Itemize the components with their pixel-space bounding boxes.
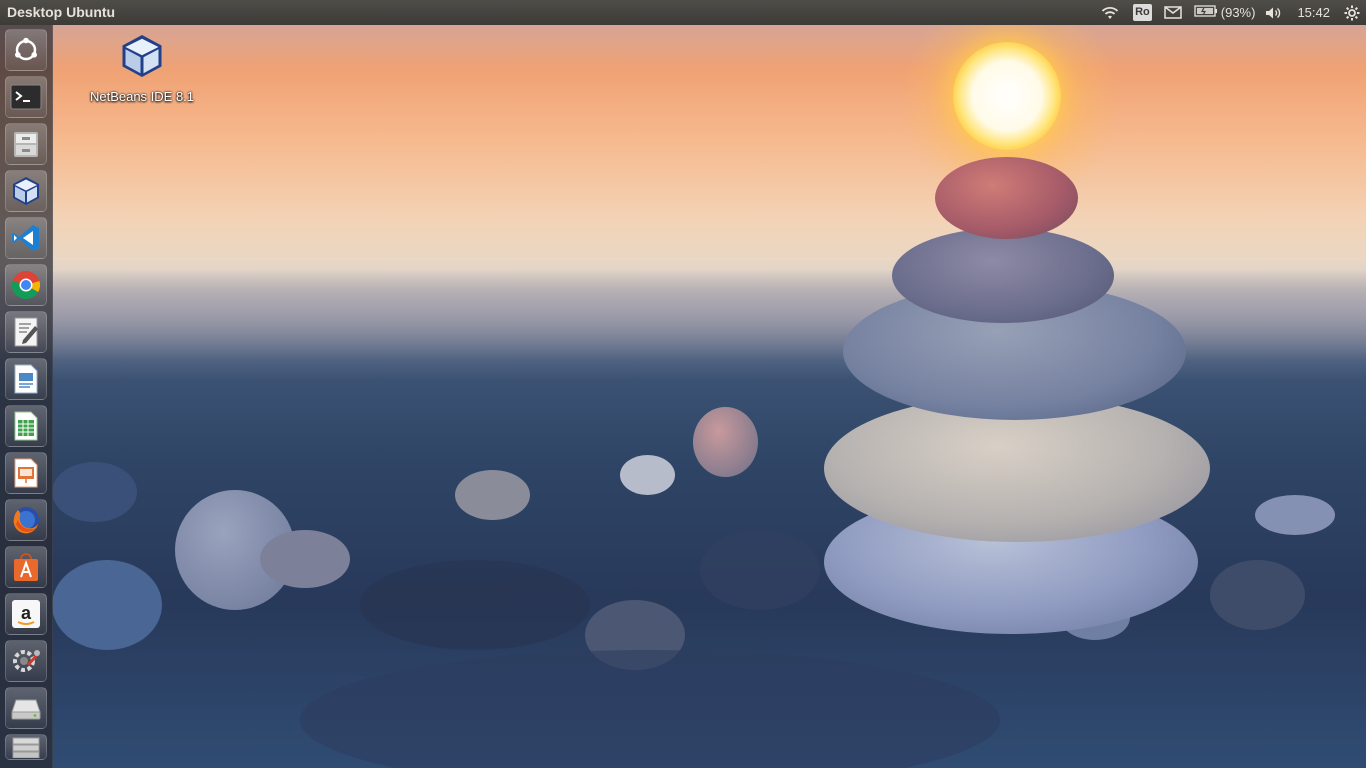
launcher: a [0, 25, 53, 768]
desktop-icon-netbeans[interactable]: NetBeans IDE 8.1 [82, 32, 202, 104]
wifi-icon[interactable] [1101, 0, 1119, 25]
desktop-wallpaper [0, 0, 1366, 768]
terminal-icon [10, 83, 42, 111]
software-center-launcher[interactable] [5, 546, 47, 588]
gear-icon[interactable] [1344, 0, 1360, 25]
pebble [455, 470, 530, 520]
chrome-icon [10, 269, 42, 301]
workspace-switcher-launcher[interactable] [5, 734, 47, 760]
pebble [700, 530, 820, 610]
chrome-launcher[interactable] [5, 264, 47, 306]
file-cabinet-icon [11, 129, 41, 159]
software-center-icon [11, 551, 41, 583]
volume-icon[interactable] [1265, 0, 1283, 25]
workspaces-icon [10, 736, 42, 758]
indicator-area: Ro (93%) 15:42 [1101, 0, 1366, 25]
pebble [1210, 560, 1305, 630]
settings-wrench-icon [10, 645, 42, 677]
firefox-launcher[interactable] [5, 499, 47, 541]
ubuntu-logo-icon [12, 36, 40, 64]
pebble [620, 455, 675, 495]
drive-icon [10, 694, 42, 722]
netbeans-cube-icon [10, 175, 42, 207]
pebble [1255, 495, 1335, 535]
libreoffice-impress-launcher[interactable] [5, 452, 47, 494]
libreoffice-writer-launcher[interactable] [5, 358, 47, 400]
netbeans-cube-icon [118, 32, 166, 85]
pebble [52, 462, 137, 522]
keyboard-layout-label: Ro [1133, 4, 1152, 21]
pebble [360, 560, 590, 650]
drive-launcher[interactable] [5, 687, 47, 729]
amazon-launcher[interactable]: a [5, 593, 47, 635]
pebble [52, 560, 162, 650]
calc-icon [12, 410, 40, 442]
mail-icon[interactable] [1164, 0, 1182, 25]
pebble [260, 530, 350, 588]
pebble [693, 407, 758, 477]
amazon-icon: a [10, 598, 42, 630]
ubuntu-dash-button[interactable] [5, 29, 47, 71]
keyboard-layout-indicator[interactable]: Ro [1133, 0, 1152, 25]
stone-second [892, 228, 1114, 323]
files-launcher[interactable] [5, 123, 47, 165]
svg-text:a: a [21, 603, 32, 623]
battery-percentage: (93%) [1220, 5, 1256, 20]
pebble [300, 650, 1000, 768]
netbeans-launcher[interactable] [5, 170, 47, 212]
desktop-icon-label: NetBeans IDE 8.1 [89, 89, 195, 104]
firefox-icon [10, 504, 42, 536]
system-settings-launcher[interactable] [5, 640, 47, 682]
battery-indicator[interactable]: (93%) [1194, 0, 1256, 25]
sun [953, 42, 1061, 150]
libreoffice-calc-launcher[interactable] [5, 405, 47, 447]
clock-indicator[interactable]: 15:42 [1297, 0, 1330, 25]
text-editor-icon [11, 316, 41, 348]
clock: 15:42 [1297, 5, 1330, 20]
impress-icon [12, 457, 40, 489]
stone-top [935, 157, 1078, 239]
vscode-icon [10, 222, 42, 254]
panel-title: Desktop Ubuntu [7, 4, 116, 20]
battery-icon [1194, 5, 1218, 20]
text-editor-launcher[interactable] [5, 311, 47, 353]
vscode-launcher[interactable] [5, 217, 47, 259]
writer-icon [12, 363, 40, 395]
top-panel: Desktop Ubuntu Ro (93%) 15:42 [0, 0, 1366, 25]
terminal-launcher[interactable] [5, 76, 47, 118]
